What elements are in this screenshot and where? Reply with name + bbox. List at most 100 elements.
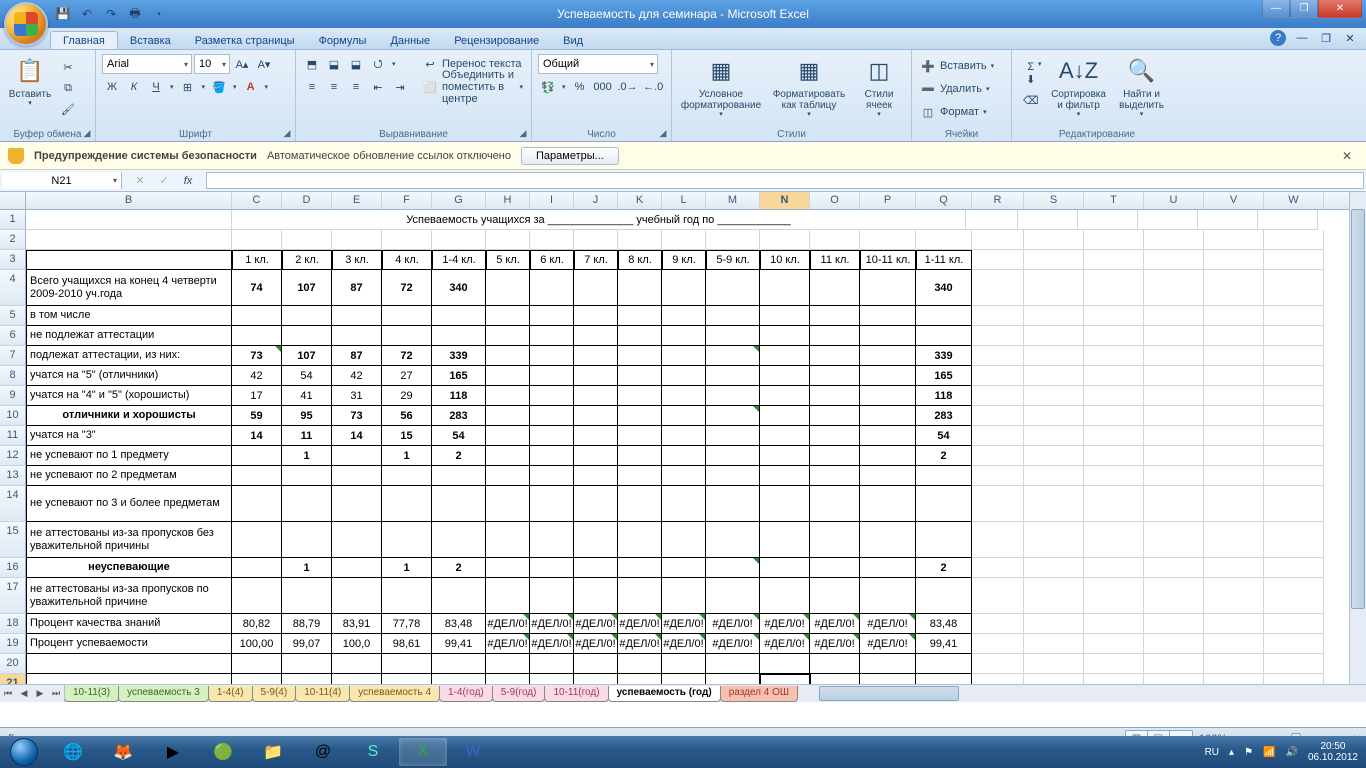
align-left-icon[interactable]: ≡ [302, 77, 322, 97]
cell-M12[interactable] [706, 446, 760, 466]
cell-D16[interactable]: 1 [282, 558, 332, 578]
cell-U16[interactable] [1144, 558, 1204, 578]
number-format-combo[interactable]: Общий [538, 54, 658, 74]
cell-C19[interactable]: 100,00 [232, 634, 282, 654]
cell-D5[interactable] [282, 306, 332, 326]
cell-E8[interactable]: 42 [332, 366, 382, 386]
cell-M17[interactable] [706, 578, 760, 614]
cell-O20[interactable] [810, 654, 860, 674]
cell-L14[interactable] [662, 486, 706, 522]
cell-T7[interactable] [1084, 346, 1144, 366]
cell-F7[interactable]: 72 [382, 346, 432, 366]
cell-N10[interactable] [760, 406, 810, 426]
cell-W13[interactable] [1264, 466, 1324, 486]
cell-V8[interactable] [1204, 366, 1264, 386]
cell-N4[interactable] [760, 270, 810, 306]
cell-Q4[interactable]: 340 [916, 270, 972, 306]
cell-W10[interactable] [1264, 406, 1324, 426]
cell-L6[interactable] [662, 326, 706, 346]
fill-color-icon[interactable]: 🪣 [209, 77, 229, 97]
cell-V4[interactable] [1204, 270, 1264, 306]
font-size-combo[interactable]: 10 [194, 54, 230, 74]
cell-B2[interactable] [26, 230, 232, 250]
cell-O17[interactable] [810, 578, 860, 614]
cell-J21[interactable] [574, 674, 618, 684]
cell-N7[interactable] [760, 346, 810, 366]
row-label-18[interactable]: Процент качества знаний [26, 614, 232, 634]
cell-O8[interactable] [810, 366, 860, 386]
cell-K21[interactable] [618, 674, 662, 684]
tab-review[interactable]: Рецензирование [442, 32, 551, 49]
cell-R11[interactable] [972, 426, 1024, 446]
col-header-W[interactable]: W [1264, 192, 1324, 209]
cell-Q15[interactable] [916, 522, 972, 558]
cell-P8[interactable] [860, 366, 916, 386]
cell-M11[interactable] [706, 426, 760, 446]
cell-V11[interactable] [1204, 426, 1264, 446]
cell-T2[interactable] [1084, 230, 1144, 250]
cell-L20[interactable] [662, 654, 706, 674]
cell-M21[interactable] [706, 674, 760, 684]
cell-N6[interactable] [760, 326, 810, 346]
tab-nav-last-icon[interactable]: ⏭ [48, 688, 64, 699]
cell-K2[interactable] [618, 230, 662, 250]
cell-S11[interactable] [1024, 426, 1084, 446]
cell-T16[interactable] [1084, 558, 1144, 578]
cell-K16[interactable] [618, 558, 662, 578]
cell-R15[interactable] [972, 522, 1024, 558]
cell-M8[interactable] [706, 366, 760, 386]
cell-C10[interactable]: 59 [232, 406, 282, 426]
cell-H15[interactable] [486, 522, 530, 558]
cell-C17[interactable] [232, 578, 282, 614]
header-D[interactable]: 2 кл. [282, 250, 332, 270]
cell-L8[interactable] [662, 366, 706, 386]
insert-cells-icon[interactable]: ➕ [918, 56, 938, 76]
cell-D10[interactable]: 95 [282, 406, 332, 426]
cell-O11[interactable] [810, 426, 860, 446]
cell-P16[interactable] [860, 558, 916, 578]
cell-W21[interactable] [1264, 674, 1324, 684]
cell-Q17[interactable] [916, 578, 972, 614]
cell-W4[interactable] [1264, 270, 1324, 306]
cell-W7[interactable] [1264, 346, 1324, 366]
copy-icon[interactable]: ⧉ [58, 78, 78, 98]
format-painter-icon[interactable]: 🖌 [58, 99, 78, 119]
italic-button[interactable]: К [124, 77, 144, 97]
cell-N16[interactable] [760, 558, 810, 578]
cell-L15[interactable] [662, 522, 706, 558]
cell-L11[interactable] [662, 426, 706, 446]
col-header-K[interactable]: K [618, 192, 662, 209]
cell-P10[interactable] [860, 406, 916, 426]
col-header-M[interactable]: M [706, 192, 760, 209]
cell-J2[interactable] [574, 230, 618, 250]
cell-L13[interactable] [662, 466, 706, 486]
sheet-tab-раздел 4 ОШ[interactable]: раздел 4 ОШ [720, 686, 798, 702]
cell-W12[interactable] [1264, 446, 1324, 466]
conditional-formatting-button[interactable]: ▦ Условное форматирование▾ [678, 53, 764, 141]
col-header-H[interactable]: H [486, 192, 530, 209]
cell-N19[interactable]: #ДЕЛ/0! [760, 634, 810, 654]
underline-button[interactable]: Ч [146, 77, 166, 97]
col-header-S[interactable]: S [1024, 192, 1084, 209]
cell-R6[interactable] [972, 326, 1024, 346]
cell-P19[interactable]: #ДЕЛ/0! [860, 634, 916, 654]
cell-V10[interactable] [1204, 406, 1264, 426]
increase-decimal-icon[interactable]: .0→ [616, 77, 640, 97]
cell-U19[interactable] [1144, 634, 1204, 654]
grid[interactable]: BCDEFGHIJKLMNOPQRSTUVW 1 Успеваемость уч… [0, 192, 1349, 684]
col-header-D[interactable]: D [282, 192, 332, 209]
cell-P15[interactable] [860, 522, 916, 558]
cell-K12[interactable] [618, 446, 662, 466]
cell-E12[interactable] [332, 446, 382, 466]
cell-T21[interactable] [1084, 674, 1144, 684]
cell-H13[interactable] [486, 466, 530, 486]
cell-V12[interactable] [1204, 446, 1264, 466]
taskbar-explorer-icon[interactable]: 📁 [249, 738, 297, 766]
cell-P6[interactable] [860, 326, 916, 346]
cell-F8[interactable]: 27 [382, 366, 432, 386]
close-button[interactable]: ✕ [1318, 0, 1362, 18]
cell-Q8[interactable]: 165 [916, 366, 972, 386]
cell-F6[interactable] [382, 326, 432, 346]
cell-D4[interactable]: 107 [282, 270, 332, 306]
maximize-button[interactable]: ❐ [1290, 0, 1318, 18]
